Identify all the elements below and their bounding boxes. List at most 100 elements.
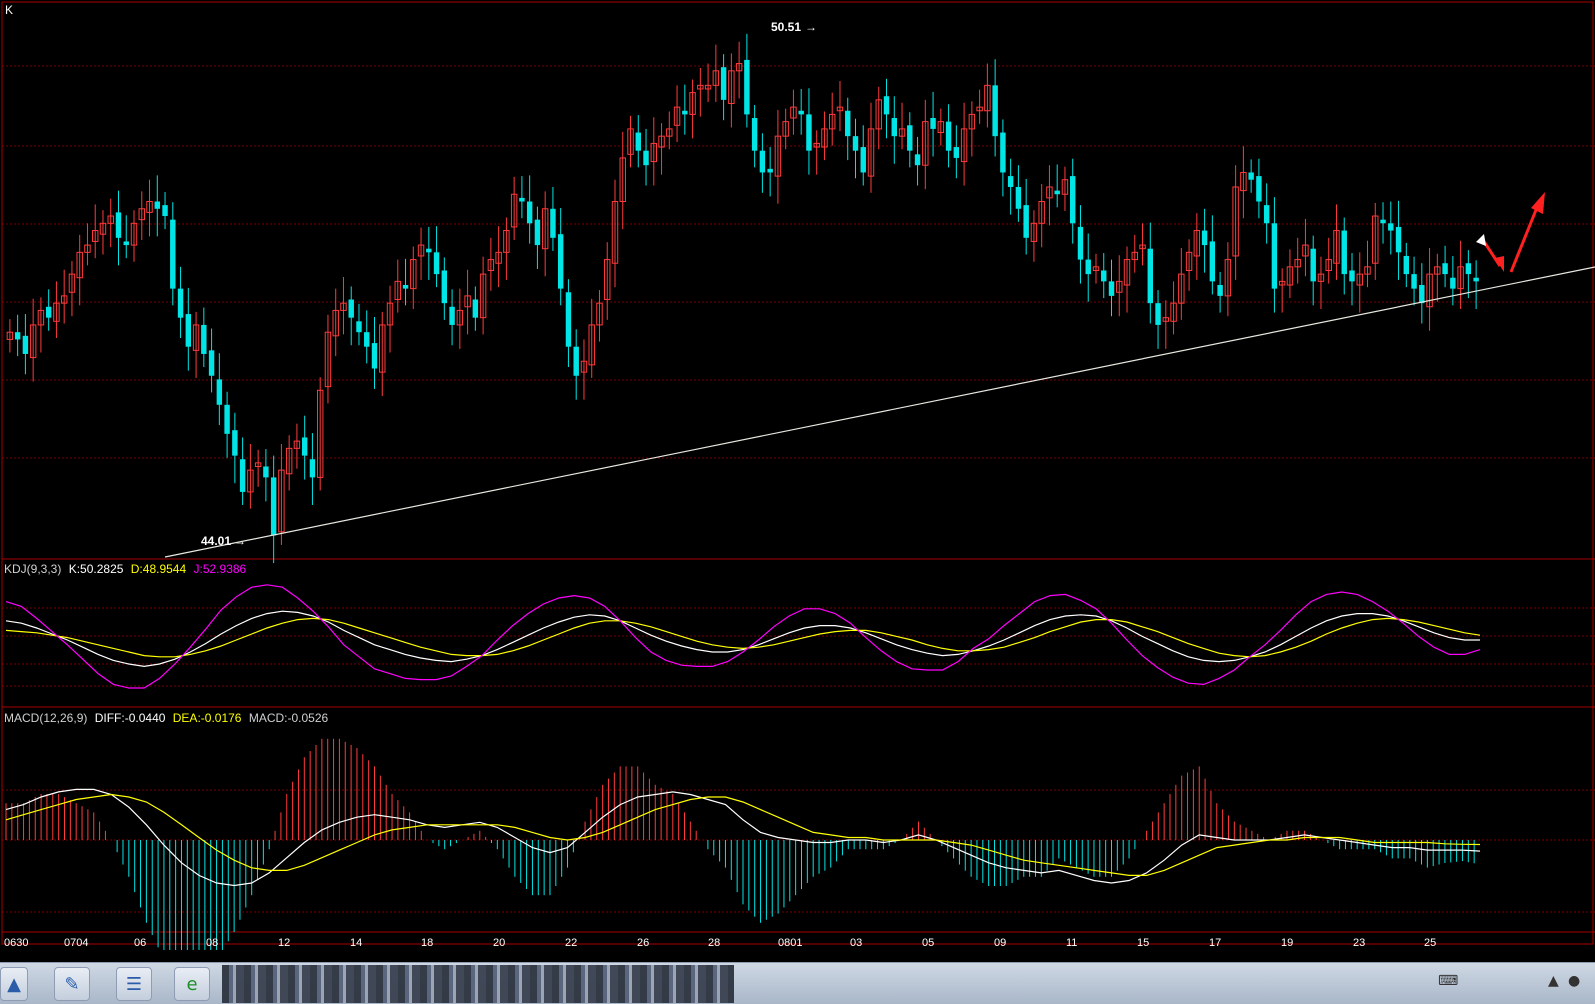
candle-body — [1349, 270, 1355, 282]
candle-body — [115, 212, 122, 238]
candle-body — [348, 299, 354, 318]
candle-body — [177, 288, 184, 318]
start-icon[interactable]: ▲ — [0, 967, 28, 1001]
candle-body — [433, 252, 440, 275]
candle-body — [1442, 263, 1448, 275]
candle-body — [557, 234, 564, 289]
candle-body — [364, 332, 370, 347]
candle-body — [806, 114, 812, 151]
up-arrow-icon — [1509, 192, 1545, 273]
panel-label: K — [5, 3, 13, 17]
candle-body — [1256, 176, 1262, 202]
candle-body — [1007, 176, 1014, 187]
arrow-icon[interactable]: ▲ — [1548, 973, 1559, 989]
x-tick-label: 23 — [1353, 937, 1365, 949]
candle-body — [1201, 230, 1208, 246]
candle-body — [201, 324, 207, 354]
candle-body — [1395, 226, 1402, 253]
notes-icon[interactable]: ☰ — [116, 967, 152, 1001]
candle-body — [1155, 303, 1161, 325]
x-tick-label: 03 — [850, 937, 862, 949]
candle-body — [14, 332, 21, 340]
candle-body — [945, 121, 952, 151]
keyboard-icon[interactable]: ⌨ — [1438, 973, 1458, 989]
trendline — [164, 266, 1595, 558]
qq-icon[interactable]: ● — [1568, 973, 1580, 989]
candle-body — [682, 110, 688, 115]
candle-body — [1077, 226, 1084, 260]
candle-body — [170, 219, 176, 289]
candle-body — [519, 197, 525, 202]
candle-body — [1101, 270, 1107, 282]
x-tick-label: 17 — [1209, 937, 1221, 949]
candle-body — [154, 201, 160, 209]
candle-body — [1015, 186, 1022, 209]
x-tick-label: 25 — [1424, 937, 1436, 949]
x-tick-label: 26 — [637, 937, 649, 949]
candle-body — [883, 96, 890, 115]
candle-body — [891, 118, 897, 137]
candle-body — [1147, 248, 1154, 304]
candle-body — [845, 110, 851, 137]
candle-body — [1450, 277, 1456, 289]
candle-body — [263, 466, 269, 478]
x-tick-label: 11 — [1066, 937, 1077, 949]
candle-body — [1419, 285, 1425, 304]
high-label: 50.51 — [771, 20, 801, 34]
candle-body — [301, 437, 308, 456]
candle-body — [402, 285, 409, 289]
candle-body — [1085, 259, 1091, 275]
high-arrow-icon: → — [805, 20, 817, 34]
taskbar: ▲ ✎ ☰ e ⌨ ▲ ● — [0, 962, 1595, 1004]
candle-body — [472, 299, 479, 318]
low-label: 44.01 — [201, 534, 231, 548]
candle-body — [426, 248, 432, 253]
candle-body — [1069, 176, 1076, 224]
x-tick-label: 0801 — [778, 937, 802, 949]
candle-body — [162, 205, 168, 217]
kdj-line-k — [5, 610, 1480, 668]
candle-body — [1403, 255, 1410, 275]
kdj-title: KDJ(9,3,3) K:50.2825 D:48.9544 J:52.9386 — [4, 562, 247, 576]
candle-body — [852, 136, 859, 151]
candle-body — [185, 314, 192, 347]
candle-body — [45, 306, 52, 318]
taskbar-thumbnail[interactable] — [222, 965, 734, 1003]
candle-body — [1263, 205, 1270, 224]
x-tick-label: 18 — [421, 937, 433, 949]
candle-body — [759, 150, 766, 173]
candle-body — [1388, 223, 1394, 231]
candle-body — [767, 168, 773, 173]
candle-body — [239, 459, 246, 492]
ie-icon[interactable]: e — [174, 967, 210, 1001]
x-tick-label: 06 — [134, 937, 146, 949]
candle-body — [22, 335, 29, 354]
edit-icon[interactable]: ✎ — [54, 967, 90, 1001]
candle-body — [216, 379, 223, 405]
candle-body — [550, 208, 556, 238]
candle-body — [123, 241, 129, 246]
candle-body — [798, 110, 804, 115]
candle-body — [573, 346, 579, 376]
x-tick-label: 22 — [565, 937, 577, 949]
candle-body — [270, 477, 277, 536]
candle-body — [356, 321, 362, 333]
x-tick-label: 28 — [708, 937, 720, 949]
candle-body — [953, 147, 960, 158]
kdj-line-d — [5, 617, 1481, 658]
candle-body — [1023, 205, 1029, 238]
candle-body — [1380, 219, 1386, 224]
x-tick-label: 19 — [1281, 937, 1293, 949]
candle-body — [1341, 230, 1347, 275]
x-tick-label: 09 — [994, 937, 1006, 949]
candle-body — [914, 154, 921, 166]
candle-body — [224, 404, 230, 434]
candle-body — [534, 219, 541, 246]
x-tick-label: 20 — [493, 937, 505, 949]
candle-body — [1465, 263, 1472, 275]
candle-body — [1473, 277, 1479, 282]
candle-body — [1054, 190, 1060, 195]
candle-body — [1310, 248, 1316, 282]
x-tick-label: 05 — [922, 937, 934, 949]
candle-body — [232, 430, 238, 456]
